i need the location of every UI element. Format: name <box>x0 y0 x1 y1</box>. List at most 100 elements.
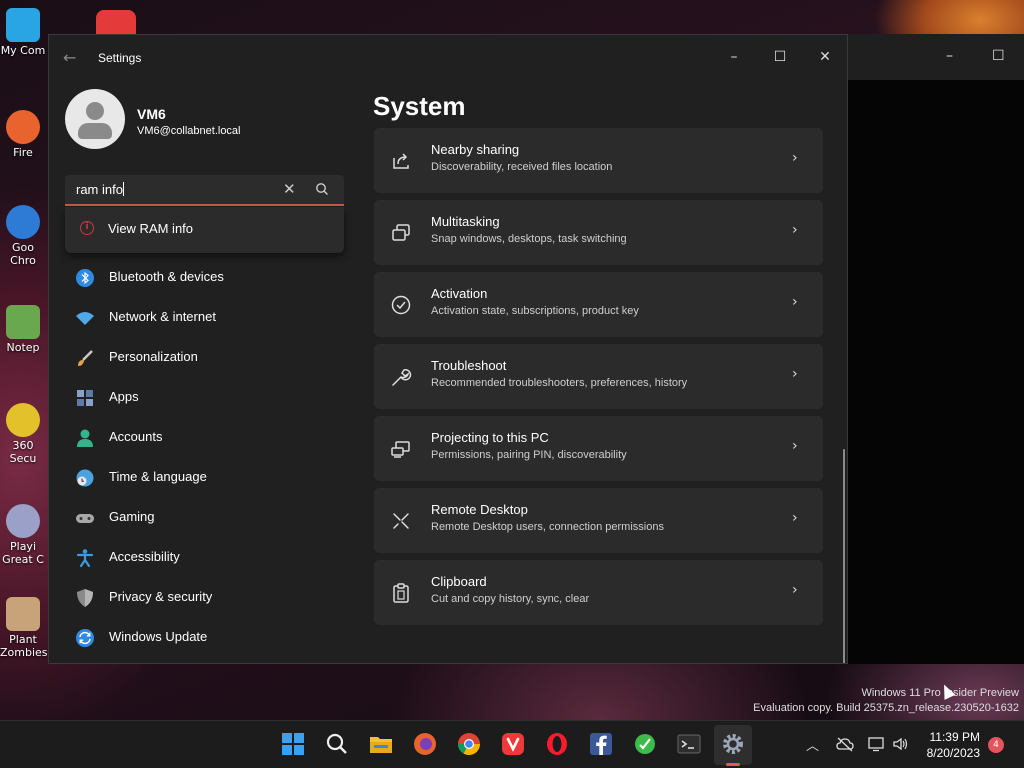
scrollbar-thumb[interactable] <box>843 449 845 663</box>
brush-icon <box>78 350 93 366</box>
terminal-icon[interactable] <box>676 731 702 757</box>
search-icon[interactable] <box>324 731 350 757</box>
chevron-up-icon[interactable]: ︿ <box>806 735 819 754</box>
card-subtitle: Recommended troubleshooters, preferences… <box>431 377 688 389</box>
os-watermark: Windows 11 Pro Insider Preview Evaluatio… <box>753 686 1019 716</box>
vivaldi-desktop-icon[interactable] <box>96 10 136 36</box>
minimize-button[interactable]: – <box>719 43 749 71</box>
sidebar-item-accounts[interactable]: Accounts <box>65 420 345 456</box>
plant-icon <box>6 597 40 631</box>
desktop-icon-firefox[interactable]: Fire <box>0 110 46 159</box>
apps-icon <box>77 390 93 406</box>
volume-icon[interactable] <box>892 736 910 752</box>
desktop-icon-game[interactable]: Playi Great C <box>0 504 46 566</box>
share-icon <box>393 153 409 169</box>
sidebar-item-personalization[interactable]: Personalization <box>65 340 345 376</box>
sidebar-item-windows-update[interactable]: Windows Update <box>65 620 345 656</box>
multitask-icon <box>392 224 410 241</box>
clipboard-icon <box>393 583 409 603</box>
card-subtitle: Discoverability, received files location <box>431 161 613 173</box>
settings-card-multitasking[interactable]: Multitasking Snap windows, desktops, tas… <box>374 200 823 265</box>
facebook-icon[interactable] <box>588 731 614 757</box>
update-icon <box>76 629 94 647</box>
sidebar-item-label: Windows Update <box>109 629 208 644</box>
avatar[interactable] <box>65 89 125 149</box>
search-icon[interactable] <box>315 181 329 200</box>
computer-icon <box>6 8 40 42</box>
settings-card-troubleshoot[interactable]: Troubleshoot Recommended troubleshooters… <box>374 344 823 409</box>
sidebar-item-privacy-security[interactable]: Privacy & security <box>65 580 345 616</box>
minimize-icon[interactable]: – <box>946 48 953 64</box>
feedback-hub-icon[interactable] <box>632 731 658 757</box>
shield-icon <box>77 589 93 607</box>
desktop-icon-label: Goo Chro <box>10 241 36 267</box>
firefox-icon[interactable] <box>412 731 438 757</box>
chrome-icon <box>6 205 40 239</box>
desktop-icon-notepad[interactable]: Notep <box>0 305 46 354</box>
wrench-icon <box>392 369 412 386</box>
clock-time: 11:39 PM <box>929 730 980 744</box>
card-title: Projecting to this PC <box>431 430 549 445</box>
desktop-icon-chrome[interactable]: Goo Chro <box>0 205 46 267</box>
clock-date: 8/20/2023 <box>926 746 980 760</box>
search-suggestion[interactable]: i View RAM info <box>65 207 344 253</box>
taskbar: ︿ 11:39 PM 8/20/2023 4 <box>0 720 1024 768</box>
maximize-icon[interactable]: ☐ <box>992 48 1005 64</box>
settings-icon[interactable] <box>720 731 746 757</box>
vivaldi-icon[interactable] <box>500 731 526 757</box>
onedrive-icon[interactable] <box>836 736 854 752</box>
chevron-right-icon: › <box>792 582 798 598</box>
wifi-icon <box>76 312 94 325</box>
file-explorer-icon[interactable] <box>368 731 394 757</box>
desktop-icon-360-security[interactable]: 360 Secu <box>0 403 46 465</box>
desktop-icon-label: My Com <box>0 44 46 57</box>
sidebar-item-label: Network & internet <box>109 309 216 324</box>
maximize-button[interactable]: ☐ <box>765 43 795 71</box>
sidebar-item-apps[interactable]: Apps <box>65 380 345 416</box>
game-icon <box>6 504 40 538</box>
sidebar-item-time-language[interactable]: Time & language <box>65 460 345 496</box>
card-title: Clipboard <box>431 574 487 589</box>
bluetooth-icon <box>76 269 94 287</box>
clear-search-button[interactable]: ✕ <box>283 180 296 198</box>
desktop-icon-label: Playi Great C <box>2 540 44 566</box>
settings-card-nearby-sharing[interactable]: Nearby sharing Discoverability, received… <box>374 128 823 193</box>
desktop-icon-plants-zombies[interactable]: Plant Zombies <box>0 597 48 659</box>
clock[interactable]: 11:39 PM 8/20/2023 <box>920 729 980 761</box>
sidebar-item-network[interactable]: Network & internet <box>65 300 345 336</box>
settings-card-clipboard[interactable]: Clipboard Cut and copy history, sync, cl… <box>374 560 823 625</box>
chevron-right-icon: › <box>792 150 798 166</box>
settings-card-projecting[interactable]: Projecting to this PC Permissions, pairi… <box>374 416 823 481</box>
desktop-icon-label: Fire <box>13 146 33 159</box>
close-button[interactable]: ✕ <box>810 43 840 71</box>
card-subtitle: Permissions, pairing PIN, discoverabilit… <box>431 449 627 461</box>
opera-icon[interactable] <box>544 731 570 757</box>
page-title: System <box>373 91 466 121</box>
security-app-icon <box>6 403 40 437</box>
back-arrow-icon[interactable]: ← <box>63 48 76 67</box>
card-title: Remote Desktop <box>431 502 528 517</box>
search-box[interactable]: ram info ✕ <box>65 175 344 206</box>
sidebar-item-bluetooth[interactable]: Bluetooth & devices <box>65 260 345 296</box>
notification-badge[interactable]: 4 <box>988 737 1004 753</box>
start-icon[interactable] <box>280 731 306 757</box>
window-title: Settings <box>98 51 142 65</box>
settings-card-activation[interactable]: Activation Activation state, subscriptio… <box>374 272 823 337</box>
card-title: Multitasking <box>431 214 500 229</box>
chevron-right-icon: › <box>792 366 798 382</box>
sidebar-item-accessibility[interactable]: Accessibility <box>65 540 345 576</box>
account-name: VM6 <box>137 106 166 122</box>
network-icon[interactable] <box>868 736 886 752</box>
title-bar[interactable]: ← Settings – ☐ ✕ <box>49 35 847 81</box>
sidebar-item-label: Accounts <box>109 429 163 444</box>
chrome-icon[interactable] <box>456 731 482 757</box>
settings-card-remote-desktop[interactable]: Remote Desktop Remote Desktop users, con… <box>374 488 823 553</box>
check-circle-icon <box>391 295 411 315</box>
chevron-right-icon: › <box>792 294 798 310</box>
sidebar-item-gaming[interactable]: Gaming <box>65 500 345 536</box>
search-input[interactable]: ram info <box>76 182 124 197</box>
sidebar-item-label: Bluetooth & devices <box>109 269 224 284</box>
desktop-icon-my-computer[interactable]: My Com <box>0 8 46 57</box>
sidebar-item-label: Personalization <box>109 349 198 364</box>
watermark-line-1: Windows 11 Pro Insider Preview <box>861 687 1019 699</box>
